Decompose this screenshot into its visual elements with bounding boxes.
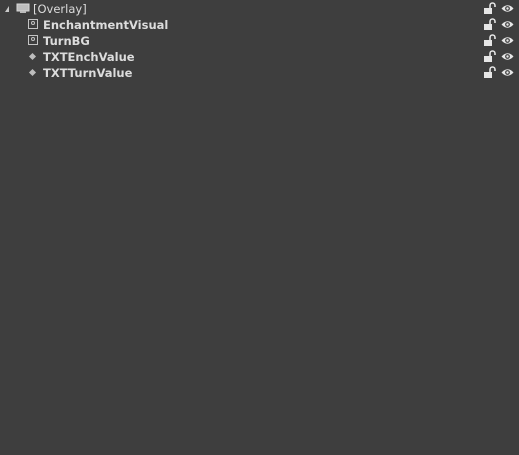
lock-icon[interactable] [483, 66, 496, 79]
tree-row-turnbg[interactable]: TurnBG [0, 33, 519, 49]
tree-item-label: EnchantmentVisual [43, 18, 169, 32]
text-diamond-icon [28, 52, 37, 61]
eye-icon[interactable] [501, 34, 514, 47]
lock-icon[interactable] [483, 18, 496, 31]
eye-icon[interactable] [501, 66, 514, 79]
expand-arrow-icon[interactable] [5, 6, 9, 12]
tree-item-label: TXTTurnValue [43, 66, 133, 80]
lock-icon[interactable] [483, 2, 496, 15]
tree-row-txtenchvalue[interactable]: TXTEnchValue [0, 49, 519, 65]
eye-icon[interactable] [501, 18, 514, 31]
tree-row-overlay[interactable]: [Overlay] [0, 1, 519, 17]
tree-item-label: [Overlay] [33, 2, 87, 16]
eye-icon[interactable] [501, 50, 514, 63]
eye-icon[interactable] [501, 2, 514, 15]
tree-row-txtturnvalue[interactable]: TXTTurnValue [0, 65, 519, 81]
lock-icon[interactable] [483, 34, 496, 47]
tree-item-label: TXTEnchValue [43, 50, 135, 64]
overlay-icon [16, 3, 30, 13]
image-icon [28, 35, 38, 45]
image-icon [28, 19, 38, 29]
tree-item-label: TurnBG [43, 34, 90, 48]
hierarchy-panel: [Overlay] EnchantmentVisual TurnBG TXTEn… [0, 0, 519, 455]
lock-icon[interactable] [483, 50, 496, 63]
text-diamond-icon [28, 68, 37, 77]
tree-row-enchantmentvisual[interactable]: EnchantmentVisual [0, 17, 519, 33]
